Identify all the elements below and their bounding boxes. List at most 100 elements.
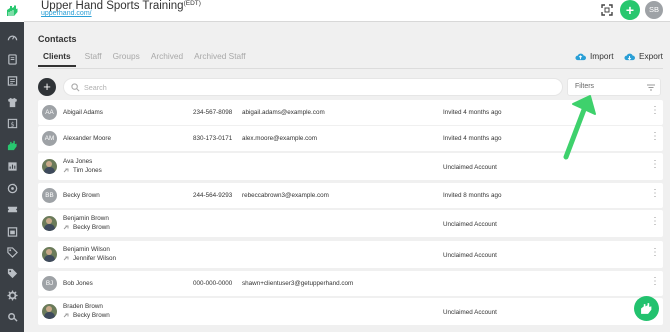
client-name[interactable]: Becky Brown [63, 192, 100, 199]
link-icon [63, 225, 69, 229]
link-icon [63, 168, 69, 172]
managed-by: Jennifer Wilson [63, 255, 116, 262]
create-plus-button[interactable]: + [620, 0, 640, 20]
client-phone: 234-567-8098 [193, 109, 233, 116]
more-options-icon[interactable]: ⋮ [650, 189, 660, 201]
client-photo-avatar [42, 304, 57, 319]
tab-archived-staff[interactable]: Archived Staff [194, 51, 246, 67]
client-status: Invited 4 months ago [443, 109, 502, 116]
fullscreen-icon[interactable] [600, 3, 614, 17]
cloud-download-icon [624, 53, 635, 60]
refresh-circle-icon[interactable] [4, 181, 20, 195]
client-avatar: BJ [42, 276, 57, 291]
client-status: Unclaimed Account [443, 252, 497, 259]
book-icon[interactable] [4, 52, 20, 66]
more-options-icon[interactable]: ⋮ [650, 160, 660, 172]
client-row[interactable]: BJ Bob Jones 000-000-0000 shawn+clientus… [38, 271, 663, 296]
managing-contact-name[interactable]: Tim Jones [73, 167, 102, 174]
client-row[interactable]: AA Abigail Adams 234-567-8098 abigail.ad… [38, 100, 663, 125]
client-name[interactable]: Alexander Moore [63, 135, 111, 142]
search-input[interactable] [84, 80, 554, 94]
client-email: rebeccabrown3@example.com [242, 192, 329, 199]
tab-clients[interactable]: Clients [38, 51, 76, 67]
upper-hand-logo[interactable] [0, 0, 24, 22]
client-row[interactable]: AM Alexander Moore 830-173-0171 alex.moo… [38, 126, 663, 151]
client-name[interactable]: Braden Brown [63, 303, 103, 310]
add-client-button[interactable]: + [38, 78, 56, 96]
client-email: alex.moore@example.com [242, 135, 317, 142]
link-icon [63, 313, 69, 317]
tags-icon[interactable] [4, 266, 20, 280]
client-row[interactable]: Benjamin Brown Becky Brown Unclaimed Acc… [38, 210, 663, 237]
chat-support-button[interactable] [634, 296, 659, 321]
ticket-icon[interactable] [4, 202, 20, 216]
link-icon [63, 256, 69, 260]
export-button[interactable]: Export [624, 51, 663, 61]
shirt-icon[interactable] [4, 95, 20, 109]
client-name[interactable]: Abigail Adams [63, 109, 103, 116]
more-options-icon[interactable]: ⋮ [650, 132, 660, 144]
tab-archived[interactable]: Archived [151, 51, 183, 67]
more-options-icon[interactable]: ⋮ [650, 277, 660, 289]
more-options-icon[interactable]: ⋮ [650, 106, 660, 118]
client-status: Invited 4 months ago [443, 135, 502, 142]
client-status: Unclaimed Account [443, 164, 497, 171]
app-header: Upper Hand Sports Training(EDT) upperhan… [24, 0, 670, 22]
dashboard-gauge-icon[interactable] [4, 30, 20, 44]
managed-by: Becky Brown [63, 312, 110, 319]
svg-text:$: $ [10, 120, 14, 128]
client-avatar: AM [42, 131, 57, 146]
settings-gear-icon[interactable] [4, 288, 20, 302]
client-phone: 000-000-0000 [193, 280, 233, 287]
timezone-label: (EDT) [183, 0, 201, 7]
managing-contact-name[interactable]: Jennifer Wilson [73, 255, 116, 262]
managed-by: Becky Brown [63, 224, 110, 231]
client-phone: 244-564-9293 [193, 192, 233, 199]
calendar-icon[interactable] [4, 224, 20, 238]
calendar-list-icon[interactable] [4, 73, 20, 87]
client-row[interactable]: Ava Jones Tim Jones Unclaimed Account ⋮ [38, 153, 663, 180]
gear-user-icon[interactable] [4, 309, 20, 323]
user-avatar[interactable]: SB [645, 1, 663, 19]
managing-contact-name[interactable]: Becky Brown [73, 224, 110, 231]
filters-label: Filters [575, 83, 595, 90]
client-photo-avatar [42, 247, 57, 262]
tag-icon[interactable] [4, 245, 20, 259]
reports-icon[interactable] [4, 159, 20, 173]
client-avatar: AA [42, 105, 57, 120]
contacts-tabs: Clients Staff Groups Archived Archived S… [38, 51, 257, 67]
client-row[interactable]: Braden Brown Becky Brown Unclaimed Accou… [38, 298, 663, 325]
managed-by: Tim Jones [63, 167, 102, 174]
more-options-icon[interactable]: ⋮ [650, 217, 660, 229]
dollar-icon[interactable]: $ [4, 116, 20, 130]
export-label: Export [639, 51, 663, 61]
client-name[interactable]: Bob Jones [63, 280, 93, 287]
client-email: abigail.adams@example.com [242, 109, 325, 116]
cloud-upload-icon [575, 53, 586, 60]
client-row[interactable]: BB Becky Brown 244-564-9293 rebeccabrown… [38, 183, 663, 208]
client-name[interactable]: Benjamin Brown [63, 215, 109, 222]
client-row[interactable]: Benjamin Wilson Jennifer Wilson Unclaime… [38, 241, 663, 268]
client-photo-avatar [42, 216, 57, 231]
managing-contact-name[interactable]: Becky Brown [73, 312, 110, 319]
client-name[interactable]: Ava Jones [63, 158, 92, 165]
contacts-page: Contacts Clients Staff Groups Archived A… [24, 23, 670, 332]
client-status: Unclaimed Account [443, 221, 497, 228]
sidebar: $ [0, 0, 24, 332]
tab-staff[interactable]: Staff [85, 51, 102, 67]
client-status: Invited 8 months ago [443, 192, 502, 199]
search-bar [63, 78, 563, 96]
chat-support-icon [641, 303, 652, 314]
business-url-link[interactable]: upperhand.com/ [41, 10, 92, 17]
tab-groups[interactable]: Groups [113, 51, 140, 67]
client-email: shawn+clientuser3@getupperhand.com [242, 280, 354, 287]
search-icon [71, 83, 80, 92]
more-options-icon[interactable]: ⋮ [650, 248, 660, 260]
import-button[interactable]: Import [575, 51, 614, 61]
tabs-divider [38, 68, 663, 69]
filters-button[interactable]: Filters [567, 78, 661, 96]
client-avatar: BB [42, 188, 57, 203]
client-name[interactable]: Benjamin Wilson [63, 246, 110, 253]
contacts-hand-icon[interactable] [4, 138, 20, 152]
client-photo-avatar [42, 159, 57, 174]
